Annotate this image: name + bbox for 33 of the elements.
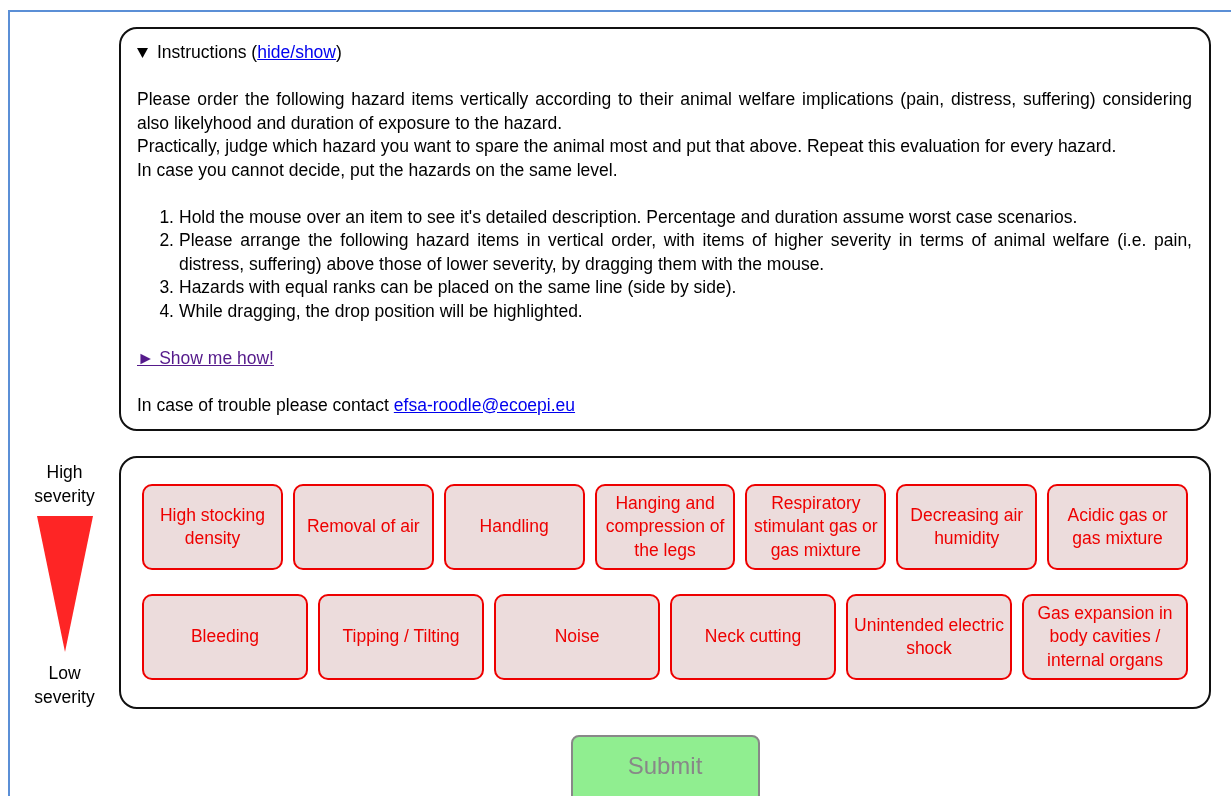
hazard-item[interactable]: Removal of air [292, 484, 434, 570]
instruction-paragraph: In case you cannot decide, put the hazards on the same level. [137, 158, 619, 182]
step-number: 2. [158, 229, 175, 252]
high-severity-label: High severity [33, 461, 96, 508]
step-text: Please arrange the following hazard items in vertical order, with items of higher severity in terms of animal welfare (i.e. pain, distress, suffering) above those of lower severity, by dragging them with the mouse. [179, 229, 1192, 276]
hazard-item[interactable]: Respiratory stimulant gas or gas mixture [745, 484, 887, 570]
step-text: Hazards with equal ranks can be placed on the same line (side by side). [179, 276, 738, 299]
show-me-how-link[interactable]: ► Show me how! [137, 347, 274, 368]
severity-triangle-icon [36, 516, 93, 652]
hazard-item[interactable]: Handling [443, 484, 585, 570]
step-number: 3. [158, 276, 175, 299]
step-text: Hold the mouse over an item to see it's detailed description. Percentage and duration assume worst case scenarios. [179, 205, 1079, 229]
hide-show-link[interactable]: hide/show [257, 42, 336, 62]
step-number: 1. [158, 205, 175, 229]
step-text: While dragging, the drop position will be highlighted. [179, 299, 584, 323]
hazard-item[interactable]: High stocking density [142, 484, 283, 570]
hazard-item[interactable]: Gas expansion in body cavities / internal organs [1022, 594, 1188, 680]
instruction-paragraph: Practically, judge which hazard you want to spare the animal most and put that above. Repeat this evaluation for every hazard. [137, 135, 1118, 158]
disclosure-triangle-icon[interactable] [137, 47, 148, 58]
step-number: 4. [158, 299, 175, 323]
low-severity-label: Low severity [33, 662, 96, 709]
hazard-item[interactable]: Unintended electric shock [846, 594, 1012, 680]
hazard-item[interactable]: Hanging and compression of the legs [594, 484, 736, 570]
hazard-item[interactable]: Noise [494, 594, 660, 680]
instruction-paragraph: Please order the following hazard items vertically according to their animal welfare implications (pain, distress, suffering) considering also likelyhood and duration of exposure to the hazard. [137, 88, 1192, 135]
hazard-item[interactable]: Acidic gas or gas mixture [1047, 484, 1188, 570]
email-link[interactable]: efsa-roodle@ecoepi.eu [393, 394, 576, 415]
hazard-item[interactable]: Neck cutting [670, 594, 836, 680]
instructions-title: Instructions (hide/show) [157, 41, 342, 64]
hazard-item[interactable]: Tipping / Tilting [318, 594, 484, 680]
hazard-item[interactable]: Decreasing air humidity [896, 484, 1038, 570]
hazard-item[interactable]: Bleeding [142, 594, 308, 680]
contact-text: In case of trouble please contact efsa-roodle@ecoepi.eu [137, 393, 577, 417]
